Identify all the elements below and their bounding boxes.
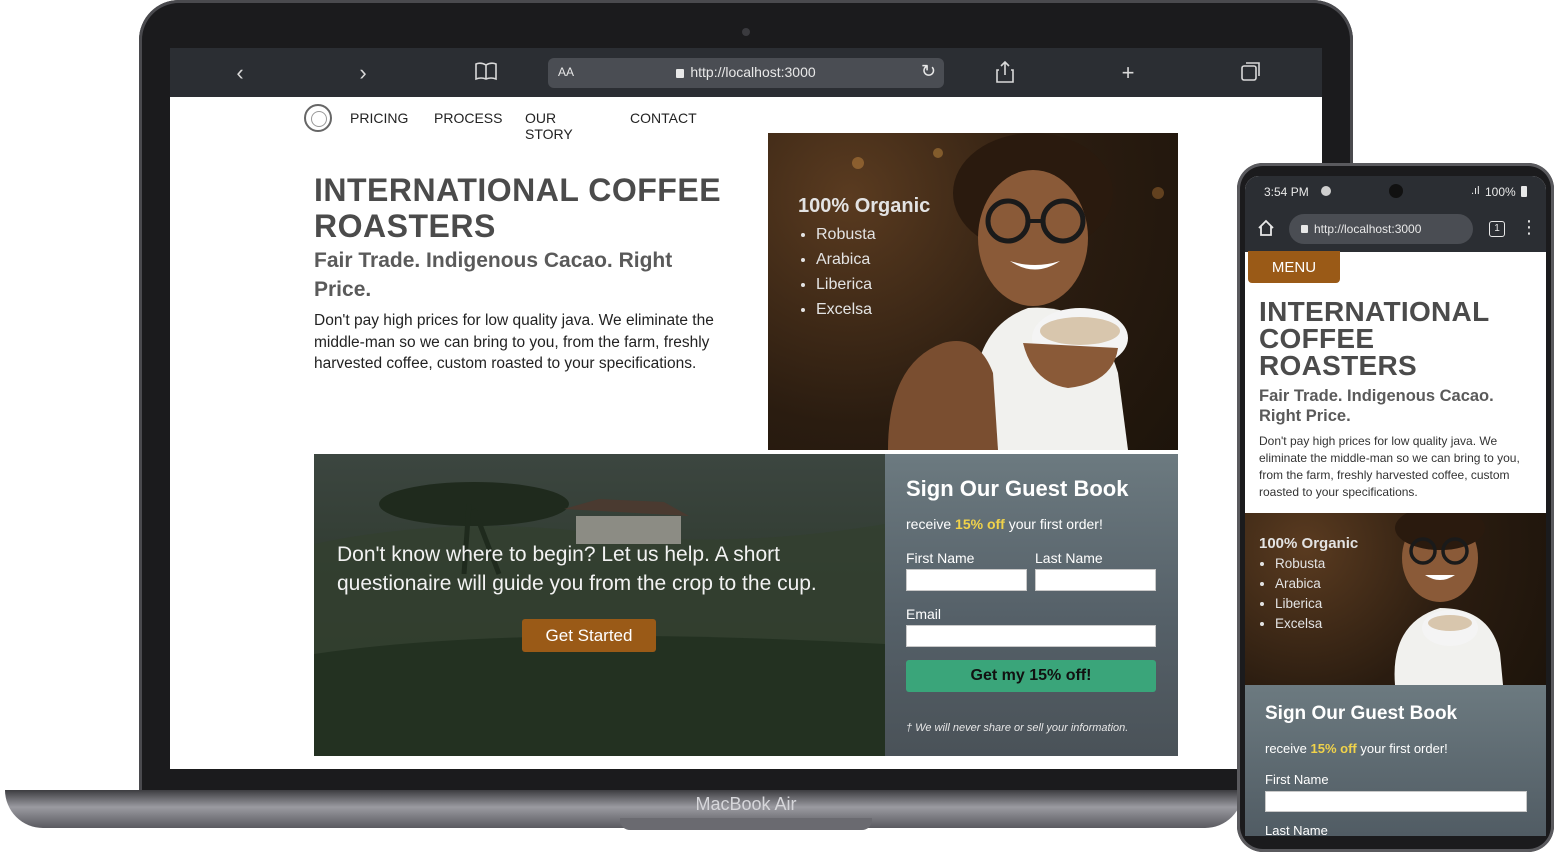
forward-icon[interactable]: › (350, 60, 376, 86)
bean-robusta: Robusta (816, 222, 930, 247)
bookmarks-icon[interactable] (473, 60, 499, 86)
last-name-label: Last Name (1035, 550, 1103, 566)
tabs-icon[interactable] (1238, 60, 1264, 86)
phone-last-name-label: Last Name (1265, 823, 1328, 836)
nav-our-story[interactable]: OUR STORY (525, 110, 573, 142)
phone-hero-title: INTERNATIONAL COFFEE ROASTERS (1259, 296, 1489, 381)
bean-excelsa: Excelsa (816, 297, 930, 322)
phone-organic-heading: 100% Organic (1259, 535, 1359, 552)
hero-body: Don't pay high prices for low quality ja… (314, 312, 714, 372)
hero-photo: 100% Organic Robusta Arabica Liberica Ex… (768, 133, 1178, 450)
phone-guestbook-form: Sign Our Guest Book receive 15% off your… (1245, 685, 1546, 836)
organic-heading: 100% Organic (798, 195, 931, 217)
phone-bean-liberica: Liberica (1275, 594, 1358, 614)
phone-offer-prefix: receive (1265, 741, 1311, 756)
get-started-button[interactable]: Get Started (522, 619, 656, 652)
back-icon[interactable]: ‹ (227, 60, 253, 86)
nav-contact[interactable]: CONTACT (630, 110, 697, 126)
laptop-camera (742, 28, 750, 36)
address-bar[interactable]: AA http://localhost:3000 ↻ (548, 58, 944, 88)
phone-guestbook-offer: receive 15% off your first order! (1265, 741, 1448, 756)
offer-prefix: receive (906, 516, 956, 532)
nav-process[interactable]: PROCESS (434, 110, 502, 126)
signal-icon: .ıl (1471, 185, 1480, 197)
guestbook-title: Sign Our Guest Book (906, 476, 1129, 501)
battery-icon (1521, 186, 1527, 197)
home-icon[interactable] (1257, 219, 1275, 242)
phone-status-bar: 3:54 PM .ıl 100% (1245, 176, 1546, 210)
email-input[interactable] (906, 625, 1156, 647)
phone-address-bar[interactable]: http://localhost:3000 (1289, 214, 1473, 244)
hero-subtitle: Fair Trade. Indigenous Cacao. Right Pric… (314, 249, 673, 301)
url-text: http://localhost:3000 (690, 64, 816, 80)
phone-first-name-label: First Name (1265, 772, 1329, 787)
organic-list-overlay: 100% Organic Robusta Arabica Liberica Ex… (798, 195, 930, 322)
browser-toolbar: ‹ › AA http://localhost:3000 ↻ + (170, 48, 1322, 97)
hero-title: INTERNATIONAL COFFEE ROASTERS (314, 172, 722, 244)
cta-banner: Don't know where to begin? Let us help. … (314, 454, 885, 756)
phone-bean-arabica: Arabica (1275, 574, 1358, 594)
phone-menu-button[interactable]: MENU (1248, 251, 1340, 283)
privacy-disclaimer: † We will never share or sell your infor… (906, 722, 1129, 734)
phone-hero-subtitle: Fair Trade. Indigenous Cacao. Right Pric… (1259, 387, 1494, 425)
laptop-screen: ‹ › AA http://localhost:3000 ↻ + PRICING… (170, 48, 1322, 769)
laptop-model-label: MacBook Air (695, 794, 797, 814)
guestbook-form: Sign Our Guest Book receive 15% off your… (885, 454, 1178, 756)
new-tab-icon[interactable]: + (1115, 60, 1141, 86)
lock-icon (676, 69, 685, 78)
first-name-label: First Name (906, 550, 975, 566)
site-logo[interactable] (304, 104, 332, 132)
share-icon[interactable] (992, 60, 1018, 86)
phone-offer-highlight: 15% off (1310, 741, 1357, 756)
first-name-input[interactable] (906, 569, 1027, 591)
coffee-farm-illustration (314, 482, 885, 756)
reload-icon[interactable]: ↻ (921, 61, 936, 82)
phone-hero-body: Don't pay high prices for low quality ja… (1259, 434, 1520, 499)
phone-bean-robusta: Robusta (1275, 554, 1358, 574)
offer-highlight: 15% off (955, 516, 1005, 532)
phone-browser-bar: http://localhost:3000 1 ⋮ (1245, 210, 1546, 252)
phone-bean-excelsa: Excelsa (1275, 614, 1358, 634)
phone-guestbook-title: Sign Our Guest Book (1265, 703, 1458, 724)
phone-hero-photo: 100% Organic Robusta Arabica Liberica Ex… (1245, 513, 1546, 685)
offer-suffix: your first order! (1004, 516, 1103, 532)
phone-first-name-input[interactable] (1265, 791, 1527, 812)
last-name-input[interactable] (1035, 569, 1156, 591)
phone-lock-icon (1301, 225, 1308, 233)
bean-liberica: Liberica (816, 272, 930, 297)
phone-time: 3:54 PM (1264, 185, 1309, 199)
email-label: Email (906, 606, 942, 622)
phone-camera (1389, 184, 1403, 198)
phone-tabs-button[interactable]: 1 (1489, 221, 1505, 237)
phone-url-text: http://localhost:3000 (1314, 222, 1422, 236)
bean-arabica: Arabica (816, 247, 930, 272)
phone-organic-list: 100% Organic Robusta Arabica Liberica Ex… (1259, 535, 1358, 634)
phone-offer-suffix: your first order! (1356, 741, 1448, 756)
phone-more-icon[interactable]: ⋮ (1520, 218, 1538, 236)
get-discount-button[interactable]: Get my 15% off! (906, 660, 1156, 692)
nav-pricing[interactable]: PRICING (350, 110, 408, 126)
laptop-base-notch (620, 818, 872, 830)
cta-text: Don't know where to begin? Let us help. … (337, 543, 817, 595)
phone-screen: 3:54 PM .ıl 100% http://localhost:3000 1… (1245, 176, 1546, 836)
notification-icon (1321, 186, 1331, 196)
guestbook-offer: receive 15% off your first order! (906, 516, 1103, 532)
battery-level: 100% (1485, 185, 1516, 199)
